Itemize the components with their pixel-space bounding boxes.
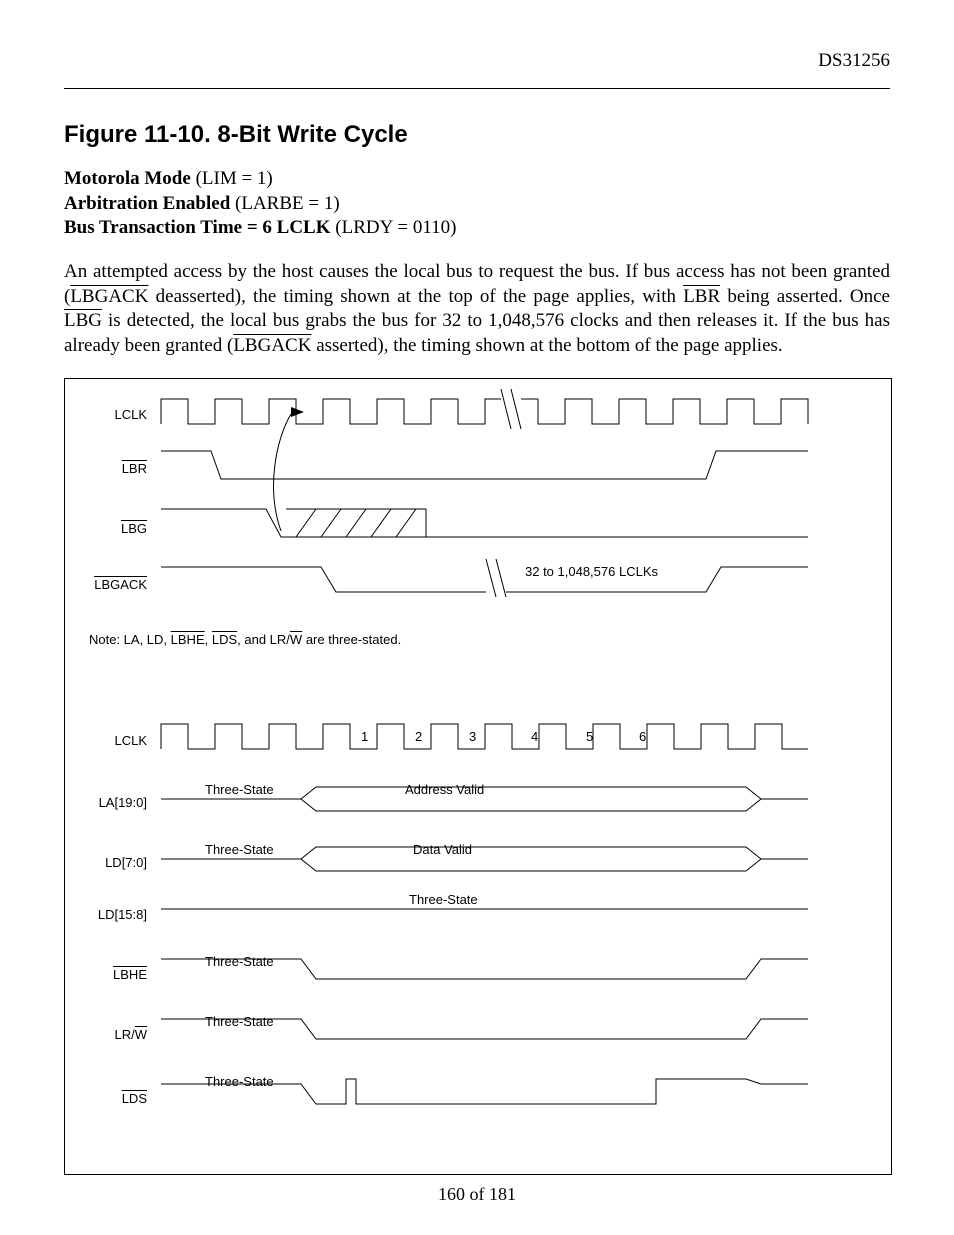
page-number: 160 of 181 (0, 1184, 954, 1205)
timing-svg (65, 379, 891, 1174)
body-seg-b: deasserted), the timing shown at the top… (148, 286, 683, 307)
wave-lbgack (161, 559, 808, 597)
body-seg-c: being asserted. Once (720, 286, 890, 307)
wave-lclk-top (161, 389, 808, 429)
ov-lbgack-1: LBGACK (70, 286, 148, 307)
timing-diagram: LCLK LBR LBG LBGACK 32 to 1,048,576 LCLK… (64, 378, 892, 1175)
mode-block: Motorola Mode (LIM = 1) Arbitration Enab… (64, 167, 890, 241)
mode-1-bold: Motorola Mode (64, 168, 191, 189)
ov-lbg: LBG (64, 310, 102, 331)
mode-line-2: Arbitration Enabled (LARBE = 1) (64, 192, 890, 217)
mode-2-rest: (LARBE = 1) (230, 193, 339, 214)
dependency-curve (274, 414, 291, 531)
ov-lbr: LBR (683, 286, 720, 307)
mode-line-1: Motorola Mode (LIM = 1) (64, 167, 890, 192)
header-rule (64, 88, 890, 89)
wave-lrw (161, 1019, 808, 1039)
wave-ld7 (161, 847, 808, 871)
mode-3-rest: (LRDY = 0110) (331, 217, 457, 238)
wave-la (161, 787, 808, 811)
wave-lds (161, 1079, 808, 1104)
arrowhead-icon (291, 407, 304, 417)
ov-lbgack-2: LBGACK (233, 335, 311, 356)
figure-title: Figure 11-10. 8-Bit Write Cycle (64, 121, 890, 149)
wave-lbg (161, 509, 808, 537)
mode-1-rest: (LIM = 1) (191, 168, 273, 189)
doc-id: DS31256 (64, 50, 890, 72)
mode-line-3: Bus Transaction Time = 6 LCLK (LRDY = 01… (64, 216, 890, 241)
wave-lbhe (161, 959, 808, 979)
body-paragraph: An attempted access by the host causes t… (64, 260, 890, 359)
wave-lbr (161, 451, 808, 479)
body-seg-e: asserted), the timing shown at the botto… (311, 335, 782, 356)
mode-2-bold: Arbitration Enabled (64, 193, 230, 214)
page: DS31256 Figure 11-10. 8-Bit Write Cycle … (0, 0, 954, 1235)
mode-3-bold: Bus Transaction Time = 6 LCLK (64, 217, 331, 238)
wave-lclk-bottom (161, 724, 808, 749)
